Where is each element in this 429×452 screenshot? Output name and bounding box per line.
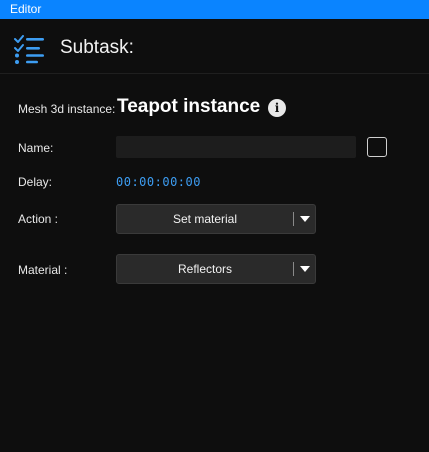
material-dropdown[interactable]: Reflectors [116,254,316,284]
header-title: Subtask: [60,37,134,58]
action-label: Action : [18,212,59,226]
material-label: Material : [18,263,68,277]
window-titlebar: Editor [0,0,429,19]
material-dropdown-value: Reflectors [177,262,233,276]
dropdown-separator [293,262,294,276]
mesh-instance-label: Mesh 3d instance: [18,102,116,116]
chevron-down-icon[interactable] [300,266,310,272]
delay-label: Delay: [18,175,53,189]
mesh-instance-value: Teapot instance [117,96,261,117]
name-checkbox[interactable] [367,137,387,157]
name-input[interactable] [116,136,356,158]
name-label: Name: [18,141,54,155]
chevron-down-icon[interactable] [300,216,310,222]
window-title: Editor [10,2,42,16]
task-list-icon [14,35,44,64]
action-dropdown-value: Set material [172,212,238,226]
dropdown-separator [293,212,294,226]
panel-header: Subtask: [0,19,429,74]
delay-time-field[interactable]: 00:00:00:00 [116,175,201,189]
action-dropdown[interactable]: Set material [116,204,316,234]
info-icon[interactable]: i [268,99,286,117]
